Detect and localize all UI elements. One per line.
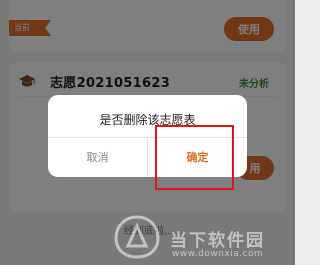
cancel-button[interactable]: 取消 [48,137,147,177]
watermark-url: www.downxia.com [172,249,264,259]
app-screen: 当前 使用 志愿2021051623 未分析 用 经到底啦... 是否删除该志愿… [0,0,295,265]
watermark-name: 当下软件园 [170,231,265,251]
watermark-logo-icon [114,215,160,259]
highlight-box [155,125,234,190]
